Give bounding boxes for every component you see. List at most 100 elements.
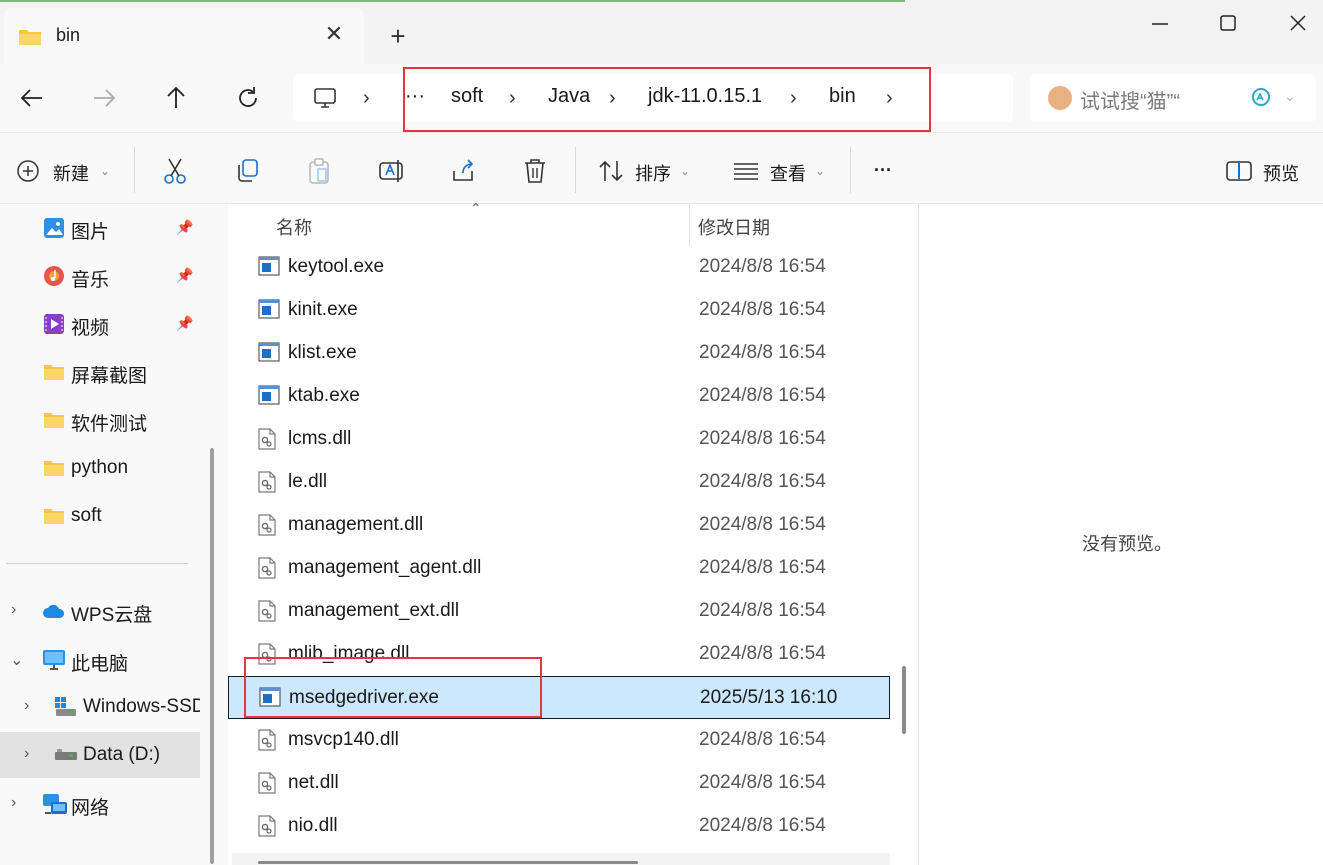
sidebar-item-label: 图片 [71,222,110,243]
column-divider[interactable] [689,204,690,246]
annotation-box-selected-file [244,657,542,718]
file-row[interactable]: lcms.dll 2024/8/8 16:54 [228,418,890,461]
file-row[interactable]: le.dll 2024/8/8 16:54 [228,461,890,504]
chevron-down-icon[interactable]: ⌄ [10,650,23,670]
more-options-button[interactable]: ··· [874,157,904,185]
dll-file-icon [258,815,276,842]
computer-icon[interactable] [313,86,337,115]
refresh-button[interactable] [232,82,264,114]
file-name: management_ext.dll [288,600,460,621]
pin-icon[interactable]: 📌 [176,315,193,332]
delete-button[interactable] [522,157,548,185]
file-modified-date: 2024/8/8 16:54 [699,557,826,578]
rename-button[interactable] [378,157,404,185]
close-window-button[interactable] [1278,10,1318,38]
command-bar: 新建 ⌄ 排序 ⌄ 查看 ⌄ ··· 预览 [0,132,1323,204]
view-button[interactable]: 查看 ⌄ [733,157,833,185]
sort-ascending-icon: ⌃ [470,200,482,216]
dll-file-icon [258,557,276,584]
column-header-name[interactable]: 名称 [276,214,312,240]
file-modified-date: 2024/8/8 16:54 [699,428,826,449]
exe-file-icon [258,299,280,324]
close-tab-icon[interactable]: ✕ [322,22,346,46]
sidebar-item-music[interactable]: 音乐 📌 [0,253,200,299]
share-button[interactable] [450,157,476,185]
toolbar-divider [850,147,851,193]
sidebar-item-network[interactable]: › 网络 [0,781,200,827]
sidebar-item-screenshots[interactable]: 屏幕截图 [0,349,200,395]
drive-icon [55,749,77,760]
paste-button[interactable] [306,157,332,185]
scissors-icon [164,158,186,184]
file-row[interactable]: management_ext.dll 2024/8/8 16:54 [228,590,890,633]
sidebar-item-label: python [71,457,129,478]
search-box[interactable]: 试试搜“猫”“ ⌄ [1030,74,1316,122]
back-button[interactable] [16,82,48,114]
tab-bin[interactable]: bin ✕ [4,8,364,64]
cloud-icon [43,604,65,618]
cut-button[interactable] [162,157,188,185]
file-modified-date: 2024/8/8 16:54 [699,514,826,535]
chevron-right-icon[interactable]: › [363,88,381,108]
file-row[interactable]: klist.exe 2024/8/8 16:54 [228,332,890,375]
share-icon [453,159,474,181]
sidebar-item-wps-cloud[interactable]: › WPS云盘 [0,588,200,634]
copy-button[interactable] [234,157,260,185]
maximize-button[interactable] [1208,10,1248,38]
file-row[interactable]: net.dll 2024/8/8 16:54 [228,762,890,805]
horizontal-scrollbar-thumb[interactable] [258,861,638,864]
file-modified-date: 2024/8/8 16:54 [699,815,826,836]
clipboard-icon [309,158,329,184]
up-button[interactable] [160,82,192,114]
sidebar-item-data-drive[interactable]: › Data (D:) [0,732,200,778]
file-row[interactable]: nio.dll 2024/8/8 16:54 [228,805,890,848]
minimize-button[interactable] [1140,10,1180,38]
pin-icon[interactable]: 📌 [176,219,193,236]
sidebar-item-windows-ssd[interactable]: › Windows-SSD [0,684,205,730]
file-list: ⌃ 名称 修改日期 keytool.exe 2024/8/8 16:54 kinit… [228,200,890,865]
chevron-right-icon[interactable]: › [24,745,29,763]
sidebar-item-videos[interactable]: 视频 📌 [0,301,200,347]
new-button[interactable]: 新建 ⌄ [16,157,116,185]
file-row[interactable]: management_agent.dll 2024/8/8 16:54 [228,547,890,590]
sidebar-scrollbar[interactable] [200,204,228,865]
file-row[interactable]: ktab.exe 2024/8/8 16:54 [228,375,890,418]
file-list-scrollbar-thumb[interactable] [902,666,906,734]
file-row[interactable]: kinit.exe 2024/8/8 16:54 [228,289,890,332]
folder-icon [44,365,64,380]
file-list-scrollbar[interactable] [890,204,918,865]
chevron-right-icon[interactable]: › [11,601,16,619]
sidebar-scrollbar-thumb[interactable] [210,448,214,864]
preview-pane-icon [1226,161,1252,181]
chevron-down-icon[interactable]: ⌄ [1284,88,1296,105]
folder-icon [44,461,64,476]
file-row[interactable]: keytool.exe 2024/8/8 16:54 [228,246,890,289]
file-modified-date: 2024/8/8 16:54 [699,471,826,492]
new-label: 新建 [53,164,89,184]
dll-file-icon [258,729,276,756]
plus-circle-icon [17,160,39,182]
sort-button[interactable]: 排序 ⌄ [598,157,698,185]
file-name: management_agent.dll [288,557,482,578]
sidebar-item-this-pc[interactable]: ⌄ 此电脑 [0,637,200,683]
file-row[interactable]: management.dll 2024/8/8 16:54 [228,504,890,547]
file-row[interactable]: msvcp140.dll 2024/8/8 16:54 [228,719,890,762]
exe-file-icon [258,342,280,367]
forward-button[interactable] [88,82,120,114]
toolbar-divider [575,147,576,193]
file-modified-date: 2025/5/13 16:10 [700,687,838,708]
search-engine-icon[interactable] [1250,86,1272,113]
chevron-right-icon[interactable]: › [11,794,16,812]
more-icon: ··· [874,160,892,180]
new-tab-button[interactable]: + [384,22,412,50]
computer-icon [43,650,65,670]
preview-pane-button[interactable]: 预览 [1226,157,1306,185]
sidebar-item-python[interactable]: python [0,445,200,491]
search-placeholder[interactable]: 试试搜“猫”“ [1080,85,1180,114]
sidebar-item-soft[interactable]: soft [0,493,200,539]
sidebar-item-software-testing[interactable]: 软件测试 [0,397,200,443]
pin-icon[interactable]: 📌 [176,267,193,284]
sidebar-item-pictures[interactable]: 图片 📌 [0,205,200,251]
column-header-date[interactable]: 修改日期 [698,214,770,240]
chevron-right-icon[interactable]: › [24,697,29,715]
